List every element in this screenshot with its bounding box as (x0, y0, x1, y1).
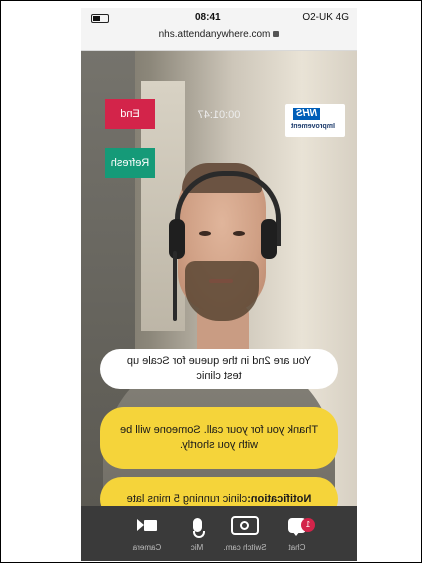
nhs-logo-subtitle: Improvement (291, 123, 335, 130)
call-toolbar: Camera Mic Switch cam. 1 Chat (81, 506, 357, 561)
chat-icon (269, 514, 325, 536)
video-feed: End Refresh 00:01:47 NHS Improvement You… (81, 51, 357, 506)
switch-camera-icon (217, 514, 273, 536)
queue-message: You are 2nd in the queue for Scale up te… (100, 349, 338, 389)
caller-mouth (209, 279, 233, 283)
notification-message: Notification:clinic running 5 mins late (100, 477, 338, 506)
carrier-label: O2-UK 4G (302, 12, 349, 23)
chat-unread-badge: 1 (301, 518, 315, 532)
headset-earcup-left (169, 219, 185, 259)
nhs-logo-title: NHS (293, 108, 321, 120)
switch-camera-button[interactable]: Switch cam. (217, 506, 273, 561)
lock-icon (273, 31, 280, 38)
status-time: 08:41 (195, 12, 221, 23)
nhs-improvement-logo: NHS Improvement (285, 104, 345, 137)
thanks-message: Thank you for your call. Someone will be… (100, 407, 338, 469)
end-call-button[interactable]: End (105, 99, 155, 129)
notification-text: clinic running 5 mins late (126, 492, 248, 505)
url-text: nhs.attendanywhere.com (158, 29, 271, 40)
queue-message-text: You are 2nd in the queue for Scale up te… (126, 355, 312, 382)
chat-button[interactable]: 1 Chat (269, 506, 325, 561)
phone-screen: 08:41 O2-UK 4G nhs.attendanywhere.com En… (81, 8, 357, 561)
headset-earcup-right (261, 219, 277, 259)
thanks-message-text: Thank you for your call. Someone will be… (119, 424, 319, 451)
notification-label: Notification: (247, 492, 312, 505)
switch-camera-label: Switch cam. (223, 543, 267, 552)
camera-icon (119, 514, 175, 536)
headset-mic-boom (173, 251, 177, 321)
camera-button[interactable]: Camera (119, 506, 175, 561)
camera-label: Camera (132, 543, 162, 552)
caller-beard (185, 261, 259, 321)
call-timer: 00:01:47 (197, 109, 241, 121)
refresh-button[interactable]: Refresh (105, 148, 155, 178)
chat-label: Chat (288, 543, 306, 552)
status-bar: 08:41 O2-UK 4G nhs.attendanywhere.com (81, 8, 357, 51)
battery-icon (91, 14, 109, 23)
url-bar[interactable]: nhs.attendanywhere.com (81, 29, 357, 40)
